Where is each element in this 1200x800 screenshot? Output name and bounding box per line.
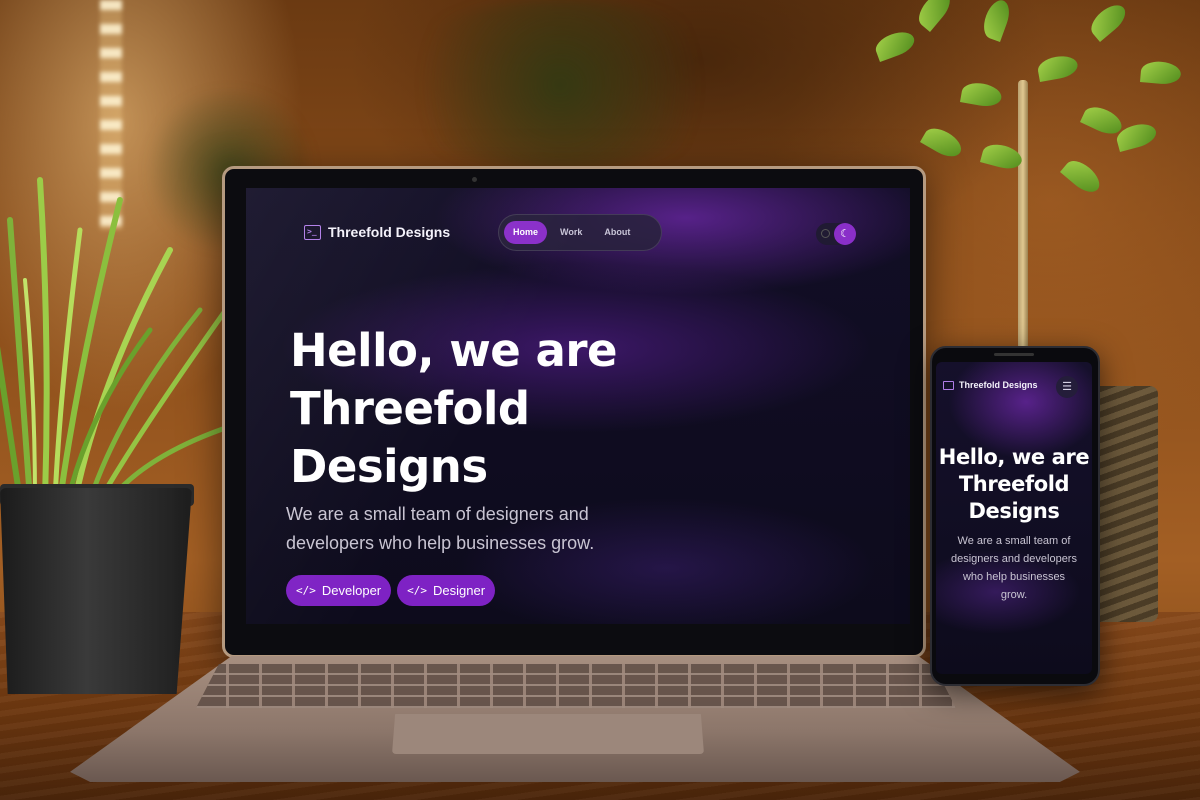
- hero-title-line: Threefold: [290, 382, 530, 435]
- laptop-webcam: [472, 177, 477, 182]
- developer-button-label: Developer: [321, 583, 382, 598]
- mobile-hero-subtitle-line: We are a small team of: [957, 535, 1071, 547]
- laptop-trackpad: [392, 714, 704, 754]
- mobile-brand-name: Threefold Designs: [959, 380, 1038, 390]
- hero-subtitle-line: developers who help businesses grow.: [286, 533, 595, 553]
- code-icon: </>: [296, 584, 316, 597]
- phone-speaker: [994, 353, 1034, 356]
- mobile-hero-subtitle-line: designers and developers: [951, 553, 1077, 565]
- developer-button[interactable]: </> Developer: [286, 575, 392, 606]
- terminal-icon: [943, 380, 954, 390]
- theme-toggle[interactable]: ☾: [816, 223, 856, 245]
- mobile-hero-title-line: Hello, we are: [938, 445, 1090, 469]
- nav-item-home[interactable]: Home: [504, 221, 548, 244]
- hero-subtitle-line: We are a small team of designers and: [286, 504, 589, 524]
- mobile-hero-title: Hello, we are Threefold Designs: [936, 444, 1092, 525]
- plant-pot: [0, 488, 192, 694]
- moon-icon: ☾: [834, 223, 856, 245]
- hero-buttons: </> Developer </> Designer: [286, 575, 496, 606]
- laptop-screen: >_ Threefold Designs Home Work About ☾ H…: [246, 188, 910, 624]
- phone-screen: Threefold Designs ☰ Hello, we are Threef…: [936, 362, 1092, 674]
- grass-plant: [0, 177, 253, 500]
- designer-button-label: Designer: [433, 583, 486, 598]
- mobile-hero-subtitle-line: who help businesses grow.: [962, 571, 1066, 601]
- nav-item-work[interactable]: Work: [551, 221, 591, 244]
- mobile-site-brand[interactable]: Threefold Designs: [943, 380, 1038, 390]
- hero-subtitle: We are a small team of designers and dev…: [286, 500, 606, 558]
- hero-title-line: Hello, we are: [290, 324, 618, 377]
- nav-item-about[interactable]: About: [595, 221, 639, 244]
- keyboard-rows: [196, 664, 956, 708]
- code-icon: </>: [407, 584, 428, 597]
- site-brand[interactable]: >_ Threefold Designs: [304, 224, 450, 240]
- mobile-hero-title-line: Threefold: [958, 472, 1070, 496]
- terminal-icon: >_: [304, 224, 321, 240]
- hamburger-menu-icon[interactable]: ☰: [1056, 376, 1078, 398]
- designer-button[interactable]: </> Designer: [397, 575, 496, 606]
- mobile-hero-title-line: Designs: [968, 499, 1060, 523]
- sun-icon: [821, 229, 830, 238]
- mobile-hero-subtitle: We are a small team of designers and dev…: [950, 532, 1078, 604]
- background-plant: [380, 0, 740, 170]
- hero-title: Hello, we are Threefold Designs: [290, 322, 620, 496]
- main-nav: Home Work About: [498, 214, 662, 251]
- hero-title-line: Designs: [290, 440, 488, 493]
- tree-trunk: [1018, 80, 1028, 380]
- brand-name: Threefold Designs: [328, 224, 451, 240]
